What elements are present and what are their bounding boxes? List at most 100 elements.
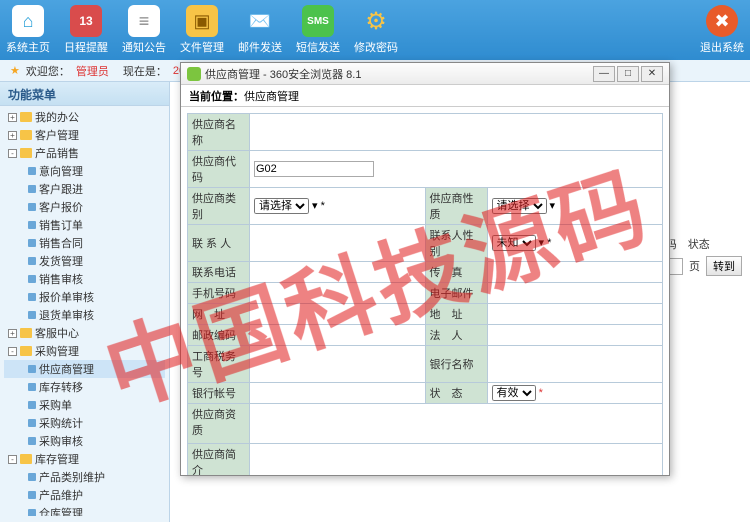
tree-folder[interactable]: + 客服中心 [4, 324, 165, 342]
tree-leaf[interactable]: 产品维护 [4, 486, 165, 504]
close-window-button[interactable]: ✕ [641, 66, 663, 82]
input-tax[interactable] [254, 358, 421, 370]
leaf-icon [28, 293, 36, 301]
input-phone[interactable] [254, 266, 421, 278]
tree-leaf[interactable]: 报价单审核 [4, 288, 165, 306]
supplier-form: 供应商名称 供应商代码 供应商类别 请选择 ▾ * 供应商性质 请选择 ▾ 联 … [187, 113, 663, 475]
sidebar-title: 功能菜单 [0, 82, 169, 106]
tree-leaf[interactable]: 客户跟进 [4, 180, 165, 198]
input-bank[interactable] [492, 358, 659, 370]
pager-b: 页 [689, 258, 700, 274]
input-acct[interactable] [254, 387, 421, 399]
lbl-name: 供应商名称 [188, 114, 250, 151]
welcome-pre: 欢迎您： [26, 63, 70, 79]
lbl-addr: 地 址 [425, 304, 487, 325]
tree-leaf[interactable]: 销售审核 [4, 270, 165, 288]
lbl-tax: 工商税务号 [188, 346, 250, 383]
tree-label: 客户跟进 [39, 181, 83, 197]
toolbar-exit[interactable]: ✖退出系统 [700, 5, 744, 55]
tree-label: 退货单审核 [39, 307, 94, 323]
tree-folder[interactable]: + 我的办公 [4, 108, 165, 126]
maximize-button[interactable]: □ [617, 66, 639, 82]
select-nature[interactable]: 请选择 [492, 198, 547, 214]
lbl-contact: 联 系 人 [188, 225, 250, 262]
exit-icon: ✖ [706, 5, 738, 37]
toolbar-calendar[interactable]: 13日程提醒 [64, 5, 108, 55]
input-contact[interactable] [254, 237, 421, 249]
input-intro[interactable] [254, 446, 658, 458]
tree-leaf[interactable]: 产品类别维护 [4, 468, 165, 486]
input-legal[interactable] [492, 329, 659, 341]
input-res[interactable] [254, 406, 658, 418]
lbl-code: 供应商代码 [188, 151, 250, 188]
tree-label: 采购审核 [39, 433, 83, 449]
lbl-zip: 邮政编码 [188, 325, 250, 346]
expander-icon[interactable]: + [8, 113, 17, 122]
main-toolbar: ⌂系统主页 13日程提醒 ≡通知公告 ▣文件管理 ✉️邮件发送 SMS短信发送 … [0, 0, 750, 60]
folder-icon [20, 328, 32, 338]
tree-leaf[interactable]: 客户报价 [4, 198, 165, 216]
lbl-nature: 供应商性质 [425, 188, 487, 225]
lbl-legal: 法 人 [425, 325, 487, 346]
toolbar-home[interactable]: ⌂系统主页 [6, 5, 50, 55]
select-status[interactable]: 有效 [492, 385, 536, 401]
tree-leaf[interactable]: 销售订单 [4, 216, 165, 234]
input-zip[interactable] [254, 329, 421, 341]
expander-icon[interactable]: - [8, 149, 17, 158]
tree-leaf[interactable]: 退货单审核 [4, 306, 165, 324]
expander-icon[interactable]: + [8, 131, 17, 140]
expander-icon[interactable]: - [8, 455, 17, 464]
input-mobile[interactable] [254, 287, 421, 299]
calendar-icon: 13 [70, 5, 102, 37]
input-name[interactable] [254, 126, 658, 138]
tree-leaf[interactable]: 库存转移 [4, 378, 165, 396]
tree-folder[interactable]: -采购管理 [4, 342, 165, 360]
expander-icon[interactable]: + [8, 329, 17, 338]
select-sex[interactable]: 未知 [492, 235, 536, 251]
expander-icon[interactable]: - [8, 347, 17, 356]
tree-folder[interactable]: +客户管理 [4, 126, 165, 144]
input-email[interactable] [492, 287, 659, 299]
folder-icon [20, 130, 32, 140]
tree-folder[interactable]: -库存管理 [4, 450, 165, 468]
tree-leaf[interactable]: 采购审核 [4, 432, 165, 450]
toolbar-sms[interactable]: SMS短信发送 [296, 5, 340, 55]
tree-leaf[interactable]: 采购统计 [4, 414, 165, 432]
input-fax[interactable] [492, 266, 659, 278]
dialog-title-text: 供应商管理 - 360安全浏览器 8.1 [205, 66, 361, 82]
tree-leaf[interactable]: 采购单 [4, 396, 165, 414]
leaf-icon [28, 167, 36, 175]
lbl-email: 电子邮件 [425, 283, 487, 304]
tree-folder[interactable]: -产品销售 [4, 144, 165, 162]
tree-label: 采购统计 [39, 415, 83, 431]
tree-label: 客服中心 [35, 325, 79, 341]
folder-icon [20, 454, 32, 464]
input-addr[interactable] [492, 308, 659, 320]
tree-label: 销售订单 [39, 217, 83, 233]
dialog-body: 供应商名称 供应商代码 供应商类别 请选择 ▾ * 供应商性质 请选择 ▾ 联 … [181, 107, 669, 475]
tree-leaf[interactable]: 销售合同 [4, 234, 165, 252]
tree-leaf[interactable]: 供应商管理 [4, 360, 165, 378]
input-code[interactable] [254, 161, 374, 177]
toolbar-mail[interactable]: ✉️邮件发送 [238, 5, 282, 55]
tree-leaf[interactable]: 仓库管理 [4, 504, 165, 516]
toolbar-notice[interactable]: ≡通知公告 [122, 5, 166, 55]
input-site[interactable] [254, 308, 421, 320]
now-label: 现在是： [123, 63, 167, 79]
sms-icon: SMS [302, 5, 334, 37]
tree-label: 销售合同 [39, 235, 83, 251]
tree-label: 我的办公 [35, 109, 79, 125]
leaf-icon [28, 203, 36, 211]
goto-button[interactable]: 转到 [706, 256, 742, 276]
tree-label: 发货管理 [39, 253, 83, 269]
toolbar-files[interactable]: ▣文件管理 [180, 5, 224, 55]
toolbar-settings[interactable]: ⚙修改密码 [354, 5, 398, 55]
select-type[interactable]: 请选择 [254, 198, 309, 214]
tree-leaf[interactable]: 意向管理 [4, 162, 165, 180]
leaf-icon [28, 257, 36, 265]
dialog-titlebar[interactable]: 供应商管理 - 360安全浏览器 8.1 — □ ✕ [181, 63, 669, 85]
tree-leaf[interactable]: 发货管理 [4, 252, 165, 270]
leaf-icon [28, 473, 36, 481]
minimize-button[interactable]: — [593, 66, 615, 82]
folder-icon: ▣ [186, 5, 218, 37]
